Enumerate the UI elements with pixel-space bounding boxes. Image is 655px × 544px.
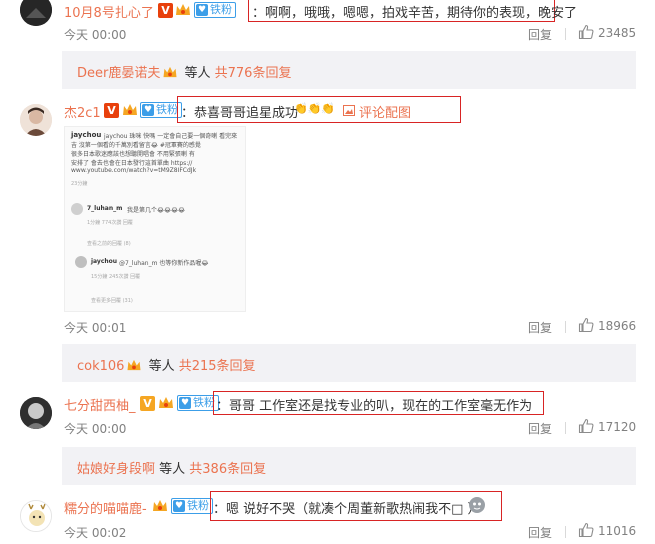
verified-v-badge: V xyxy=(140,396,155,411)
embedded-reply-user: jaychou xyxy=(91,258,118,265)
verified-v-badge: V xyxy=(158,3,173,18)
fan-badge-label: 铁粉 xyxy=(210,3,232,16)
fan-badge-label: 铁粉 xyxy=(156,103,178,116)
embedded-reply-text: @7_luhan_m 也等你新作品喔😂 xyxy=(119,260,209,267)
fan-badge: ♥ 铁粉 xyxy=(171,498,213,514)
reply-summary-mid: 等人 xyxy=(155,462,190,477)
reply-summary-count[interactable]: 共776条回复 xyxy=(215,66,292,81)
avatar-image xyxy=(20,0,52,26)
verified-v-badge: V xyxy=(104,103,119,118)
clap-emoji: 👏👏👏 xyxy=(294,102,336,115)
crown-icon xyxy=(153,500,167,511)
fan-badge-label: 铁粉 xyxy=(193,396,215,409)
heart-icon: ♥ xyxy=(173,500,185,512)
crown-icon xyxy=(163,66,177,78)
like-count: 11016 xyxy=(598,524,637,538)
divider xyxy=(565,422,566,434)
crown-icon xyxy=(176,4,190,15)
comment-username[interactable]: 七分甜西柚_ xyxy=(64,395,136,414)
avatar-image xyxy=(21,501,51,531)
reply-button[interactable]: 回复 xyxy=(528,524,552,541)
fan-badge-label: 铁粉 xyxy=(187,499,209,512)
reply-summary-mid: 等人 xyxy=(144,359,179,374)
comment-time: 今天 00:00 xyxy=(64,28,127,42)
embedded-reply-user: 7_luhan_m xyxy=(87,205,123,212)
reply-summary: Deer鹿晏诺夫 等人 共776条回复 xyxy=(77,62,291,81)
avatar[interactable] xyxy=(20,397,52,429)
crown-icon xyxy=(159,397,173,408)
comment-username[interactable]: 糯分的喵喵鹿- xyxy=(64,498,147,517)
heart-icon: ♥ xyxy=(142,104,154,116)
avatar[interactable] xyxy=(20,0,52,26)
comment-text: ：啊啊，哦哦，嗯嗯，拍戏辛苦，期待你的表现，晚安了 xyxy=(252,6,578,21)
reply-summary-count[interactable]: 共386条回复 xyxy=(189,462,266,477)
embedded-reply-text: 我是第几个😂😂😂😂 xyxy=(127,207,186,214)
embedded-post-line: 很多日本歌迷應該也想聽開唱會 不用緊張喇 有 xyxy=(71,151,195,158)
reply-summary-mid: 等人 xyxy=(180,66,215,81)
embedded-post-age: 23分鐘 xyxy=(71,181,88,187)
fan-badge: ♥ 铁粉 xyxy=(194,2,236,18)
avatar-image xyxy=(20,104,52,136)
comment-text: ：嗯 说好不哭（就凑个周董新歌热闹我不□ ） xyxy=(213,502,481,517)
comment-image-link[interactable]: 评论配图 xyxy=(359,102,411,121)
thumbs-up-icon[interactable] xyxy=(578,522,594,538)
comment-username[interactable]: 杰2c1 xyxy=(64,102,101,121)
avatar[interactable] xyxy=(20,500,52,532)
reply-button[interactable]: 回复 xyxy=(528,319,552,336)
emoji-face-icon xyxy=(469,497,485,513)
comment-text: ：哥哥 工作室还是找专业的叭，现在的工作室毫无作为 xyxy=(216,399,533,414)
reply-button[interactable]: 回复 xyxy=(528,420,552,437)
thumbs-up-icon[interactable] xyxy=(578,317,594,333)
reply-summary: 姑娘好身段啊 等人 共386条回复 xyxy=(77,458,266,477)
comment-time: 今天 00:01 xyxy=(64,321,127,335)
avatar[interactable] xyxy=(20,104,52,136)
crown-icon xyxy=(127,359,141,371)
avatar-image xyxy=(20,397,52,429)
comment-time: 今天 00:00 xyxy=(64,422,127,436)
divider xyxy=(565,526,566,538)
reply-summary-bar[interactable]: cok106 等人 共215条回复 xyxy=(62,344,636,382)
embedded-post-line: jaychou 珠咪 快嗎 一定會自己要一個奇喇 看完來 xyxy=(104,133,238,140)
divider xyxy=(565,28,566,40)
embedded-post-line: www.youtube.com/watch?v=tM9Z8IFCdJk xyxy=(71,167,197,174)
embedded-post-line: 吉 沒第一個看的千萬別看留言😂 #冠軍賽的感覺 xyxy=(71,142,201,149)
comment-time: 今天 00:02 xyxy=(64,526,127,540)
reply-summary-user[interactable]: 姑娘好身段啊 xyxy=(77,462,155,477)
thumbs-up-icon[interactable] xyxy=(578,24,594,40)
avatar xyxy=(71,203,83,215)
like-count: 17120 xyxy=(598,420,637,434)
embedded-reply-meta: 15分鐘 245次讚 回覆 xyxy=(91,274,141,280)
reply-summary: cok106 等人 共215条回复 xyxy=(77,355,256,374)
image-icon xyxy=(343,105,355,116)
comment-text: ：恭喜哥哥追星成功 xyxy=(181,106,299,121)
like-count: 23485 xyxy=(598,26,637,40)
reply-summary-bar[interactable]: 姑娘好身段啊 等人 共386条回复 xyxy=(62,447,636,485)
like-count: 18966 xyxy=(598,319,637,333)
fan-badge: ♥ 铁粉 xyxy=(140,102,182,118)
heart-icon: ♥ xyxy=(179,397,191,409)
embedded-more-replies: 查看更多回覆 (31) xyxy=(91,298,133,304)
reply-summary-bar[interactable]: Deer鹿晏诺夫 等人 共776条回复 xyxy=(62,51,636,89)
comment-image[interactable]: jaychou jaychou 珠咪 快嗎 一定會自己要一個奇喇 看完來 吉 沒… xyxy=(64,126,246,312)
embedded-view-replies: 查看之前的回覆 (8) xyxy=(87,241,131,247)
comment-username[interactable]: 10月8号扎心了 xyxy=(64,2,154,21)
reply-summary-user[interactable]: cok106 xyxy=(77,359,124,374)
reply-button[interactable]: 回复 xyxy=(528,26,552,43)
embedded-reply-meta: 1分鐘 774次讚 回覆 xyxy=(87,220,133,226)
divider xyxy=(565,321,566,333)
crown-icon xyxy=(123,104,137,115)
reply-summary-user[interactable]: Deer鹿晏诺夫 xyxy=(77,66,160,81)
avatar xyxy=(75,256,87,268)
reply-summary-count[interactable]: 共215条回复 xyxy=(179,359,256,374)
thumbs-up-icon[interactable] xyxy=(578,418,594,434)
embedded-post-line: 安排了 會去也會在日本發行這首單曲 https:// xyxy=(71,160,193,167)
embedded-post-author: jaychou xyxy=(71,131,102,139)
heart-icon: ♥ xyxy=(196,4,208,16)
